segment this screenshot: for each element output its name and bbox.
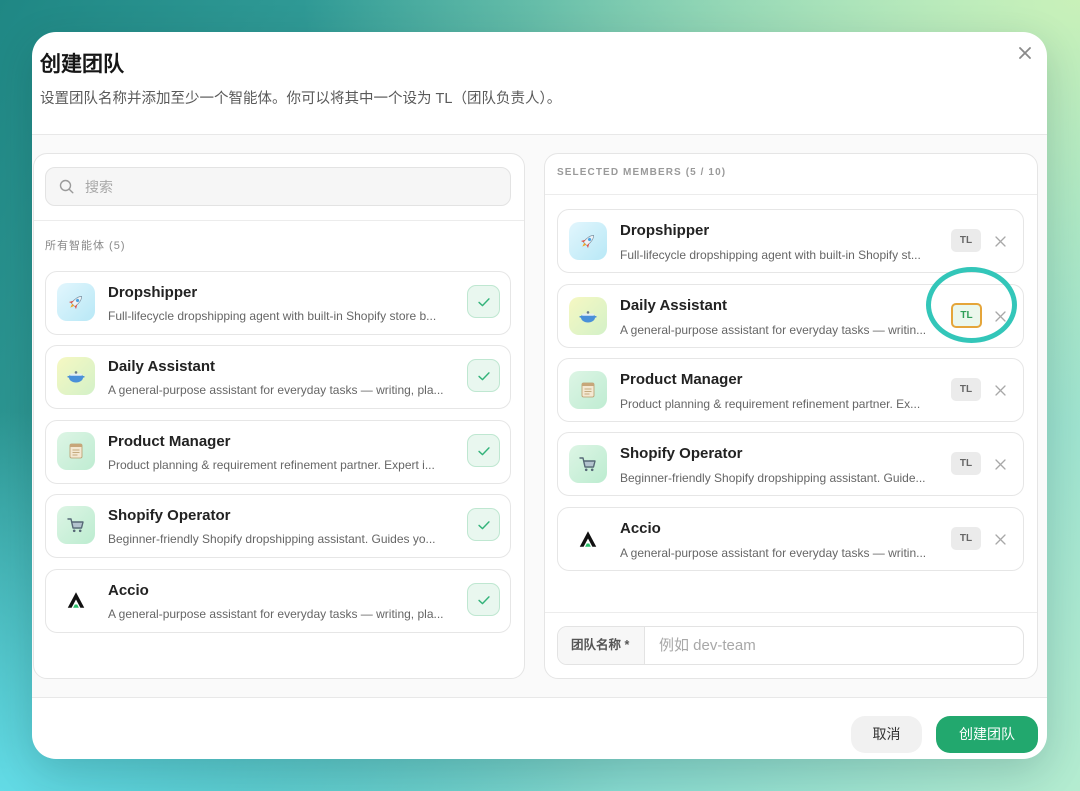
agent-name: Daily Assistant [108, 358, 215, 375]
agent-card-accio[interactable]: Accio A general-purpose assistant for ev… [45, 569, 511, 633]
remove-member-button[interactable] [993, 532, 1007, 546]
agent-select-checkbox[interactable] [467, 583, 500, 616]
member-name: Shopify Operator [620, 445, 743, 462]
agent-description: A general-purpose assistant for everyday… [108, 383, 444, 397]
agent-card-daily-assistant[interactable]: Daily Assistant A general-purpose assist… [45, 345, 511, 409]
check-icon [477, 520, 490, 529]
create-team-button[interactable]: 创建团队 [936, 716, 1038, 753]
agent-select-checkbox[interactable] [467, 508, 500, 541]
footer-divider [32, 697, 1047, 698]
member-name: Daily Assistant [620, 297, 727, 314]
pot-icon [569, 297, 607, 335]
set-tl-button[interactable]: TL [951, 229, 981, 252]
check-icon [477, 297, 490, 306]
agent-card-product-manager[interactable]: Product Manager Product planning & requi… [45, 420, 511, 484]
team-name-label: 团队名称 * [558, 627, 645, 664]
agent-name: Dropshipper [108, 284, 198, 301]
search-input[interactable] [46, 168, 510, 205]
cart-icon [569, 445, 607, 483]
notepad-icon [57, 432, 95, 470]
agent-description: Beginner-friendly Shopify dropshipping a… [108, 532, 436, 546]
close-button[interactable] [1016, 44, 1034, 62]
selected-members-panel: SELECTED MEMBERS (5 / 10) Dropshipper Fu… [544, 153, 1038, 679]
agent-name: Shopify Operator [108, 507, 231, 524]
search-divider [34, 220, 524, 221]
cart-icon [57, 506, 95, 544]
remove-member-button[interactable] [993, 457, 1007, 471]
accio-logo-icon [569, 520, 607, 558]
agent-name: Accio [108, 582, 149, 599]
members-header-divider [545, 194, 1037, 195]
team-name-input[interactable] [646, 627, 1023, 664]
member-name: Dropshipper [620, 222, 710, 239]
agent-card-dropshipper[interactable]: Dropshipper Full-lifecycle dropshipping … [45, 271, 511, 335]
cancel-button[interactable]: 取消 [851, 716, 922, 753]
all-agents-panel: 所有智能体 (5) Dropshipper Full-lifecycle dro… [33, 153, 525, 679]
all-agents-label: 所有智能体 (5) [45, 240, 126, 252]
search-box [45, 167, 511, 206]
modal-title: 创建团队 [40, 53, 124, 76]
check-icon [477, 446, 490, 455]
accio-logo-icon [57, 581, 95, 619]
close-icon [1019, 47, 1031, 59]
team-name-divider [545, 612, 1037, 613]
check-icon [477, 595, 490, 604]
set-tl-button[interactable]: TL [951, 452, 981, 475]
agent-select-checkbox[interactable] [467, 285, 500, 318]
close-icon [994, 533, 1006, 545]
close-icon [994, 458, 1006, 470]
agent-description: A general-purpose assistant for everyday… [108, 607, 444, 621]
pot-icon [57, 357, 95, 395]
agent-select-checkbox[interactable] [467, 434, 500, 467]
member-description: Product planning & requirement refinemen… [620, 397, 921, 411]
set-tl-button[interactable]: TL [951, 303, 982, 328]
remove-member-button[interactable] [993, 383, 1007, 397]
check-icon [477, 371, 490, 380]
remove-member-button[interactable] [993, 309, 1007, 323]
member-card-dropshipper: Dropshipper Full-lifecycle dropshipping … [557, 209, 1024, 273]
member-description: A general-purpose assistant for everyday… [620, 323, 927, 337]
set-tl-button[interactable]: TL [951, 378, 981, 401]
remove-member-button[interactable] [993, 234, 1007, 248]
agent-description: Product planning & requirement refinemen… [108, 458, 435, 472]
agent-card-shopify-operator[interactable]: Shopify Operator Beginner-friendly Shopi… [45, 494, 511, 558]
member-description: Full-lifecycle dropshipping agent with b… [620, 248, 921, 262]
member-card-accio: Accio A general-purpose assistant for ev… [557, 507, 1024, 571]
member-card-daily-assistant: Daily Assistant A general-purpose assist… [557, 284, 1024, 348]
close-icon [994, 384, 1006, 396]
rocket-icon [569, 222, 607, 260]
member-name: Product Manager [620, 371, 743, 388]
agent-description: Full-lifecycle dropshipping agent with b… [108, 309, 437, 323]
close-icon [994, 235, 1006, 247]
member-description: A general-purpose assistant for everyday… [620, 546, 927, 560]
team-name-field: 团队名称 * [557, 626, 1024, 665]
set-tl-button[interactable]: TL [951, 527, 981, 550]
agent-select-checkbox[interactable] [467, 359, 500, 392]
rocket-icon [57, 283, 95, 321]
selected-members-label: SELECTED MEMBERS (5 / 10) [557, 167, 727, 178]
member-name: Accio [620, 520, 661, 537]
agent-name: Product Manager [108, 433, 231, 450]
member-card-shopify-operator: Shopify Operator Beginner-friendly Shopi… [557, 432, 1024, 496]
notepad-icon [569, 371, 607, 409]
create-team-modal: 创建团队 设置团队名称并添加至少一个智能体。你可以将其中一个设为 TL（团队负责… [32, 32, 1047, 759]
member-card-product-manager: Product Manager Product planning & requi… [557, 358, 1024, 422]
close-icon [994, 310, 1006, 322]
member-description: Beginner-friendly Shopify dropshipping a… [620, 471, 926, 485]
modal-subtitle: 设置团队名称并添加至少一个智能体。你可以将其中一个设为 TL（团队负责人）。 [40, 91, 562, 107]
